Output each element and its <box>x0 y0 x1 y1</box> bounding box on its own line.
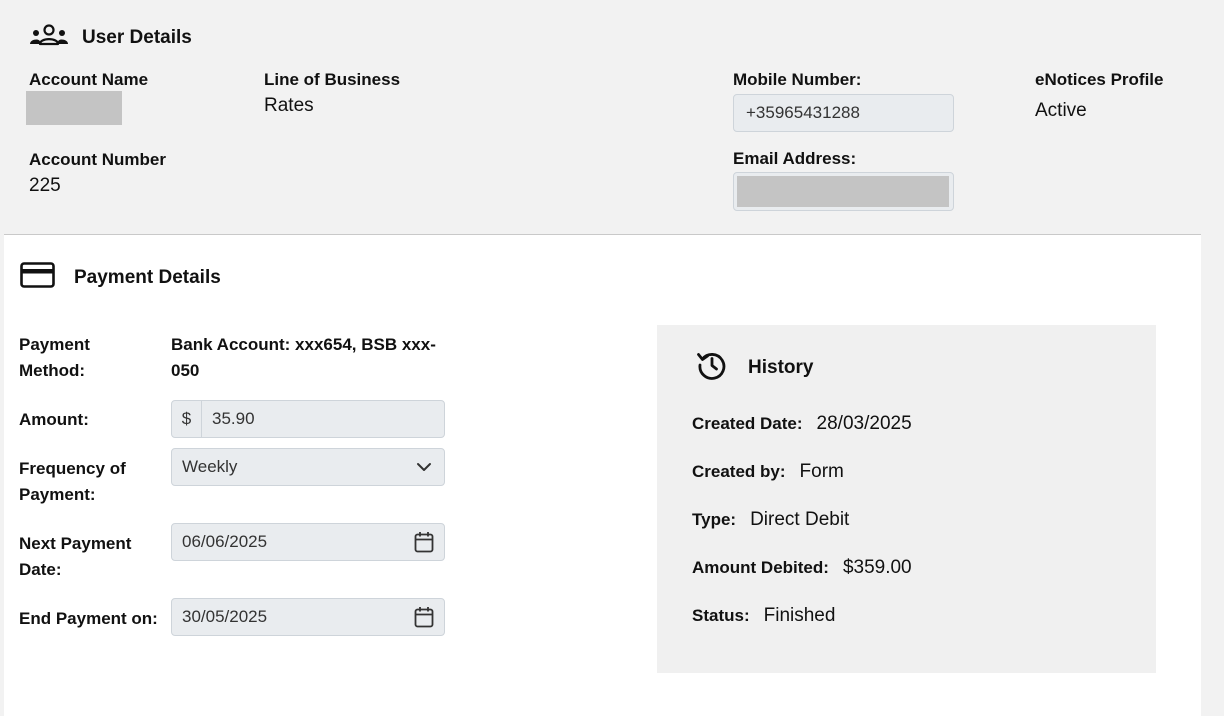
email-address-label: Email Address: <box>733 149 857 168</box>
user-details-title: User Details <box>82 26 192 48</box>
frequency-value: Weekly <box>182 457 238 476</box>
payment-method-label: Payment Method: <box>19 335 90 380</box>
created-date-value: 28/03/2025 <box>816 413 912 434</box>
mobile-number-value: +35965431288 <box>746 103 860 122</box>
credit-card-icon <box>20 262 55 293</box>
email-redacted <box>737 176 949 207</box>
created-by-value: Form <box>799 461 844 482</box>
history-row-created-date: Created Date: 28/03/2025 <box>692 413 912 435</box>
next-payment-date-label: Next Payment Date: <box>19 534 132 579</box>
next-payment-date-value: 06/06/2025 <box>182 532 268 551</box>
amount-label: Amount: <box>19 410 89 429</box>
end-payment-date-value: 30/05/2025 <box>182 607 268 626</box>
calendar-icon[interactable] <box>404 606 444 628</box>
enotices-profile-label: eNotices Profile <box>1035 70 1164 89</box>
amount-debited-label: Amount Debited: <box>692 558 829 577</box>
frequency-label: Frequency of Payment: <box>19 459 126 504</box>
payment-method-value: Bank Account: xxx654, BSB xxx-050 <box>171 335 436 380</box>
type-value: Direct Debit <box>750 509 850 530</box>
amount-value: 35.90 <box>212 409 255 428</box>
email-address-field[interactable] <box>733 172 954 211</box>
payment-details-title: Payment Details <box>74 266 221 288</box>
history-icon <box>696 349 728 386</box>
history-header: History <box>696 349 813 386</box>
line-of-business-label: Line of Business <box>264 70 401 89</box>
user-details-header: User Details <box>28 22 192 53</box>
end-payment-date-input[interactable]: 30/05/2025 <box>171 598 445 636</box>
history-title: History <box>748 356 814 378</box>
chevron-down-icon <box>404 462 444 472</box>
amount-input[interactable]: $ 35.90 <box>171 400 445 438</box>
status-label: Status: <box>692 606 750 625</box>
line-of-business-value: Rates <box>264 95 314 116</box>
mobile-number-field[interactable]: +35965431288 <box>733 94 954 132</box>
history-row-created-by: Created by: Form <box>692 461 844 483</box>
history-row-type: Type: Direct Debit <box>692 509 849 531</box>
next-payment-date-input[interactable]: 06/06/2025 <box>171 523 445 561</box>
account-number-label: Account Number <box>29 150 166 169</box>
type-label: Type: <box>692 510 737 529</box>
account-number-value: 225 <box>29 175 61 196</box>
end-payment-label: End Payment on: <box>19 609 158 628</box>
created-by-label: Created by: <box>692 462 786 481</box>
history-row-status: Status: Finished <box>692 605 835 627</box>
currency-prefix: $ <box>172 401 202 437</box>
users-icon <box>28 22 70 53</box>
enotices-profile-value: Active <box>1035 100 1087 121</box>
account-name-redacted <box>26 91 122 125</box>
history-row-amount-debited: Amount Debited: $359.00 <box>692 557 912 579</box>
account-name-label: Account Name <box>29 70 149 89</box>
payment-details-header: Payment Details <box>20 262 221 293</box>
calendar-icon[interactable] <box>404 531 444 553</box>
created-date-label: Created Date: <box>692 414 803 433</box>
mobile-number-label: Mobile Number: <box>733 70 862 89</box>
status-value: Finished <box>763 605 836 626</box>
frequency-select[interactable]: Weekly <box>171 448 445 486</box>
amount-debited-value: $359.00 <box>842 557 912 578</box>
